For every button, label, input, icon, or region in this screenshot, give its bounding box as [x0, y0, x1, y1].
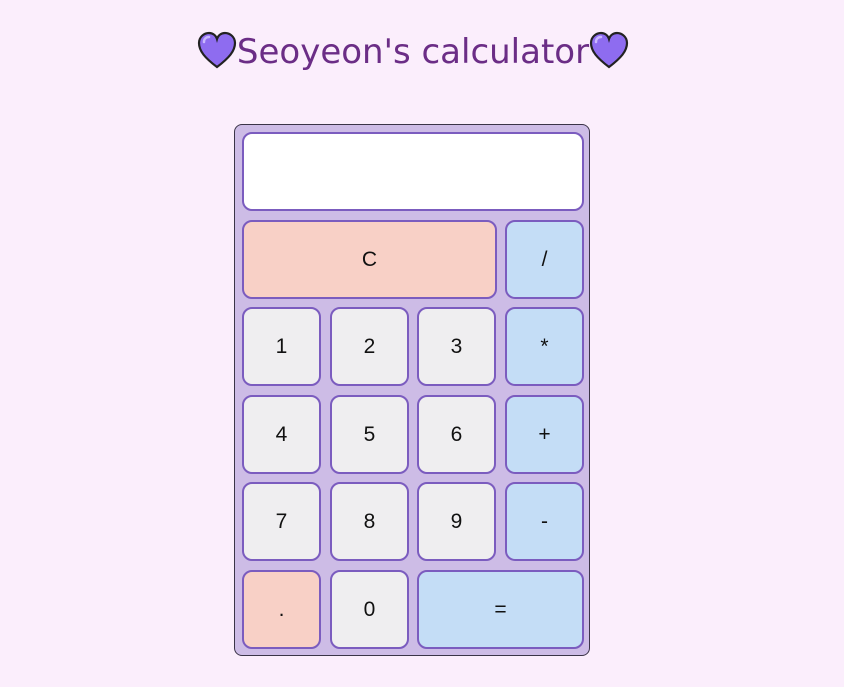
minus-button[interactable]: - [505, 482, 584, 561]
plus-button[interactable]: + [505, 395, 584, 474]
digit-2-button[interactable]: 2 [330, 307, 409, 386]
equals-button[interactable]: = [417, 570, 584, 649]
multiply-button[interactable]: * [505, 307, 584, 386]
purple-heart-icon [589, 31, 629, 68]
digit-9-button[interactable]: 9 [417, 482, 496, 561]
page-title-container: Seoyeon's calculator [0, 28, 826, 76]
calculator-display[interactable] [242, 132, 584, 211]
divide-button[interactable]: / [505, 220, 584, 299]
digit-3-button[interactable]: 3 [417, 307, 496, 386]
clear-button[interactable]: C [242, 220, 497, 299]
decimal-button[interactable]: . [242, 570, 321, 649]
page-title: Seoyeon's calculator [236, 32, 590, 72]
purple-heart-icon [197, 31, 237, 68]
digit-8-button[interactable]: 8 [330, 482, 409, 561]
digit-6-button[interactable]: 6 [417, 395, 496, 474]
digit-0-button[interactable]: 0 [330, 570, 409, 649]
digit-5-button[interactable]: 5 [330, 395, 409, 474]
calculator: C / 1 2 3 * 4 5 6 + 7 8 9 - . 0 = [234, 124, 590, 656]
digit-4-button[interactable]: 4 [242, 395, 321, 474]
digit-1-button[interactable]: 1 [242, 307, 321, 386]
digit-7-button[interactable]: 7 [242, 482, 321, 561]
